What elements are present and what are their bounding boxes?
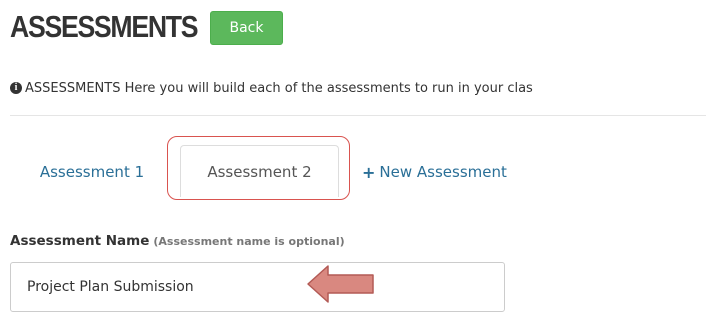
divider (10, 115, 706, 116)
plus-icon: + (362, 162, 376, 182)
new-assessment-tab[interactable]: + New Assessment (362, 153, 538, 191)
field-hint-text: (Assessment name is optional) (153, 235, 345, 248)
field-label-text: Assessment Name (10, 233, 150, 249)
tab-label: New Assessment (379, 163, 507, 181)
back-button[interactable]: Back (210, 11, 283, 45)
info-text: ASSESSMENTS Here you will build each of … (25, 80, 533, 96)
assessment-name-label: Assessment Name (Assessment name is opti… (10, 233, 345, 251)
tab-label: Assessment 1 (39, 163, 145, 181)
info-circle-icon: i (10, 82, 22, 94)
annotation-arrow-icon (307, 265, 374, 303)
assessment-name-input[interactable] (10, 262, 505, 312)
tab-assessment-1[interactable]: Assessment 1 (22, 153, 162, 191)
highlight-box (167, 136, 350, 200)
page-title: ASSESSMENTS (10, 9, 199, 44)
info-message: i ASSESSMENTS Here you will build each o… (10, 78, 706, 98)
